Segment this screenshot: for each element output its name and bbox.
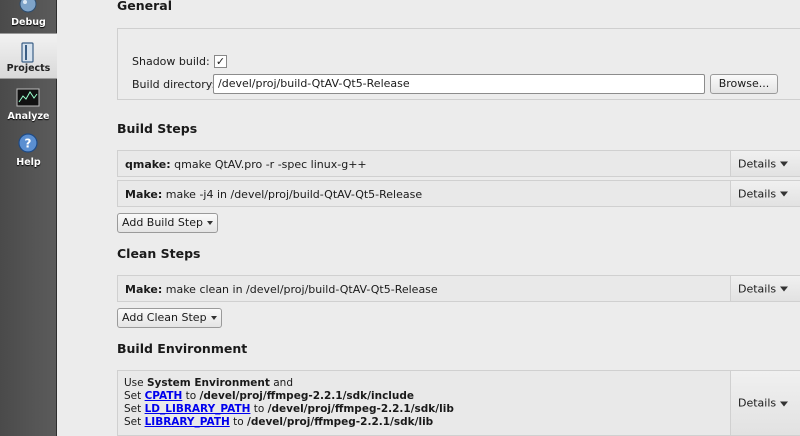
build-environment-summary: Use System Environment and Set CPATH to …	[117, 370, 800, 436]
details-button[interactable]: Details	[730, 181, 800, 206]
build-step-text: qmake: qmake QtAV.pro -r -spec linux-g++	[125, 158, 367, 171]
add-build-step-label: Add Build Step	[122, 216, 203, 229]
chevron-down-icon	[210, 316, 217, 320]
environment-lines: Use System Environment and Set CPATH to …	[124, 377, 454, 429]
environment-var-line: Set CPATH to /devel/proj/ffmpeg-2.2.1/sd…	[124, 390, 415, 402]
mode-analyze[interactable]: Analyze	[0, 80, 57, 126]
mode-projects-label: Projects	[6, 63, 51, 74]
clean-step-text: Make: make clean in /devel/proj/build-Qt…	[125, 283, 438, 296]
svg-text:?: ?	[25, 137, 32, 151]
build-step-qmake: qmake: qmake QtAV.pro -r -spec linux-g++…	[117, 150, 800, 177]
env-var-link-library-path[interactable]: LIBRARY_PATH	[145, 416, 230, 428]
step-detail: qmake QtAV.pro -r -spec linux-g++	[170, 158, 367, 171]
clean-step-make: Make: make clean in /devel/proj/build-Qt…	[117, 275, 800, 302]
details-button[interactable]: Details	[730, 371, 800, 435]
step-name: Make:	[125, 188, 163, 201]
step-detail: make clean in /devel/proj/build-QtAV-Qt5…	[162, 283, 438, 296]
details-button[interactable]: Details	[730, 276, 800, 301]
help-icon: ?	[18, 133, 38, 153]
shadow-build-checkbox[interactable]: ✓	[214, 55, 227, 68]
build-step-make: Make: make -j4 in /devel/proj/build-QtAV…	[117, 180, 800, 207]
build-directory-label: Build directory:	[132, 78, 216, 91]
build-environment-title: Build Environment	[117, 341, 248, 356]
environment-var-line: Set LD_LIBRARY_PATH to /devel/proj/ffmpe…	[124, 403, 454, 415]
mode-debug-label: Debug	[11, 17, 46, 28]
step-detail: make -j4 in /devel/proj/build-QtAV-Qt5-R…	[162, 188, 423, 201]
env-var-link-ld-library-path[interactable]: LD_LIBRARY_PATH	[145, 403, 251, 415]
mode-debug[interactable]: Debug	[0, 0, 57, 32]
environment-base-line: Use System Environment and	[124, 377, 293, 389]
details-label: Details	[738, 396, 777, 410]
chevron-down-icon	[206, 221, 213, 225]
chevron-down-icon	[780, 401, 789, 406]
details-label: Details	[738, 157, 777, 170]
step-name: qmake:	[125, 158, 171, 171]
environment-var-line: Set LIBRARY_PATH to /devel/proj/ffmpeg-2…	[124, 416, 434, 428]
mode-projects[interactable]: Projects	[0, 33, 57, 79]
details-label: Details	[738, 187, 777, 200]
details-button[interactable]: Details	[730, 151, 800, 176]
build-steps-title: Build Steps	[117, 121, 198, 136]
general-title: General	[117, 0, 172, 13]
shadow-build-label: Shadow build:	[132, 55, 210, 68]
browse-button[interactable]: Browse...	[710, 74, 778, 94]
chevron-down-icon	[780, 191, 789, 197]
build-step-text: Make: make -j4 in /devel/proj/build-QtAV…	[125, 188, 422, 201]
mode-help[interactable]: ? Help	[0, 126, 57, 172]
clean-steps-title: Clean Steps	[117, 246, 201, 261]
chevron-down-icon	[780, 286, 789, 292]
add-clean-step-label: Add Clean Step	[122, 311, 207, 324]
projects-icon	[21, 42, 34, 63]
chevron-down-icon	[780, 161, 789, 167]
mode-sidebar: Debug Projects Analyze ? Help	[0, 0, 57, 436]
analyze-icon	[16, 88, 40, 107]
step-name: Make:	[125, 283, 163, 296]
mode-analyze-label: Analyze	[7, 111, 50, 122]
add-clean-step-button[interactable]: Add Clean Step	[117, 308, 222, 328]
add-build-step-button[interactable]: Add Build Step	[117, 213, 218, 233]
details-label: Details	[738, 282, 777, 295]
env-var-link-cpath[interactable]: CPATH	[145, 390, 183, 402]
build-directory-field[interactable]: /devel/proj/build-QtAV-Qt5-Release	[213, 74, 705, 94]
mode-help-label: Help	[16, 157, 41, 168]
